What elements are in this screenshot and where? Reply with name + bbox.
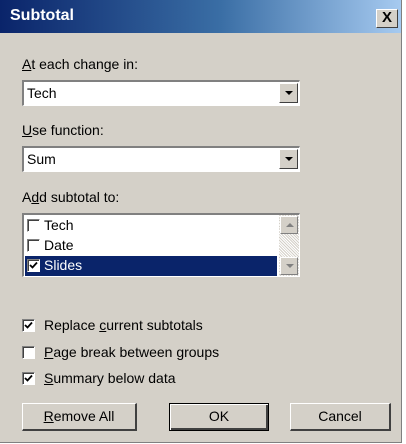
chevron-down-icon [285,157,293,161]
list-item-label: Date [44,237,74,253]
ok-button[interactable]: OK [169,403,269,431]
list-item-slides[interactable]: Slides [25,256,277,276]
list-item-date[interactable]: Date [25,236,277,256]
change-in-select[interactable]: Tech [22,80,300,106]
arrow-down-icon [286,264,294,268]
page-break-option[interactable]: Page break between groups [22,343,322,363]
close-icon: X [381,9,392,26]
change-in-value: Tech [27,85,57,101]
replace-subtotals-checkbox[interactable] [22,319,35,332]
summary-below-checkbox[interactable] [22,372,35,385]
replace-subtotals-option[interactable]: Replace current subtotals [22,316,322,336]
page-break-label: Page break between groups [44,344,220,360]
list-item-tech[interactable]: Tech [25,216,277,236]
title-bar: Subtotal X [0,0,401,33]
cancel-button[interactable]: Cancel [290,403,391,431]
check-icon [29,261,38,269]
checkbox-date[interactable] [27,239,40,252]
page-break-checkbox[interactable] [22,346,35,359]
change-in-label: At each change in: [22,56,138,72]
summary-below-option[interactable]: Summary below data [22,369,322,389]
check-icon [24,374,33,382]
list-item-label: Tech [44,217,74,233]
function-dropdown-button[interactable] [279,149,298,169]
function-select[interactable]: Sum [22,146,300,172]
add-subtotal-listbox[interactable]: Tech Date Slides [22,213,300,277]
check-icon [24,321,33,329]
checkbox-tech[interactable] [27,219,40,232]
arrow-up-icon [286,223,294,227]
dialog-title: Subtotal [10,7,74,24]
ok-label: OK [208,408,230,424]
summary-below-label: Summary below data [44,370,176,386]
function-label: Use function: [22,122,104,138]
replace-subtotals-label: Replace current subtotals [44,317,203,333]
listbox-scrollbar[interactable] [279,215,299,276]
scroll-up-button[interactable] [280,216,298,234]
remove-all-button[interactable]: Remove All [22,403,137,431]
cancel-label: Cancel [318,408,362,424]
scroll-down-button[interactable] [280,257,298,275]
checkbox-slides[interactable] [27,259,40,272]
subtotal-dialog: Subtotal X At each change in: Tech Use f… [0,0,402,443]
list-item-label: Slides [44,257,83,273]
chevron-down-icon [285,91,293,95]
function-value: Sum [27,151,56,167]
close-button[interactable]: X [376,9,398,28]
add-subtotal-label: Add subtotal to: [22,189,120,205]
change-in-dropdown-button[interactable] [279,83,298,103]
